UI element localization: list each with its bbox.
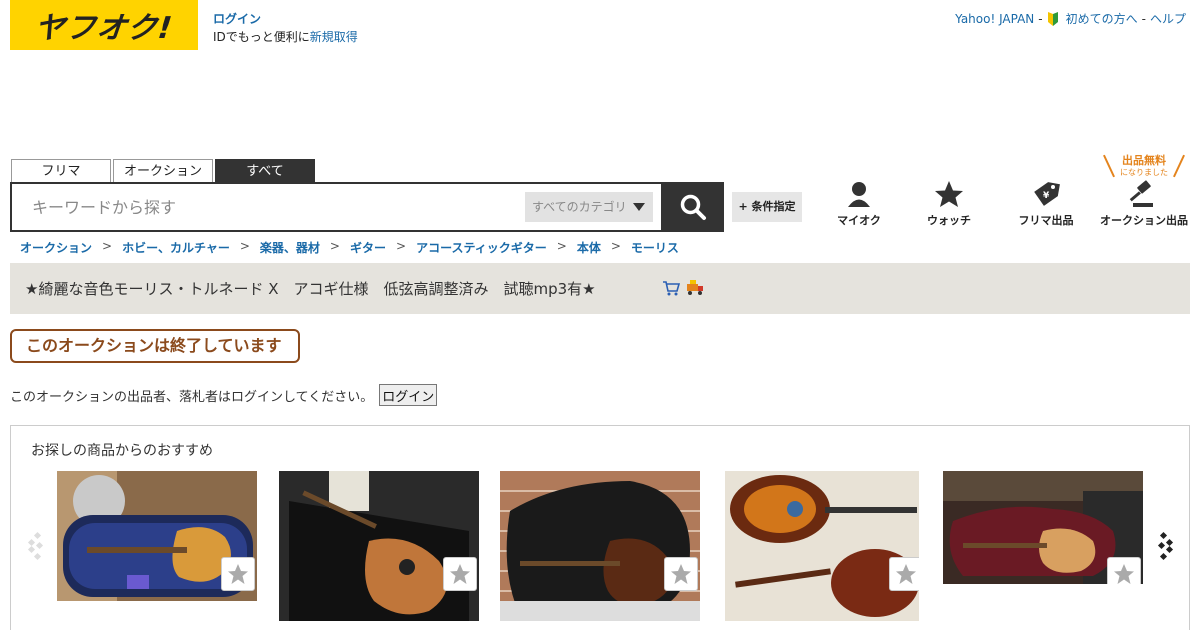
breadcrumb-item[interactable]: オークション: [20, 239, 92, 256]
svg-text:¥: ¥: [1043, 191, 1050, 201]
recommendation-item[interactable]: [57, 471, 257, 601]
star-icon: [228, 564, 248, 584]
top-links: Yahoo! JAPAN - 初めての方へ - ヘルプ: [955, 10, 1186, 27]
breadcrumb-item[interactable]: モーリス: [631, 239, 679, 256]
help-link[interactable]: ヘルプ: [1150, 10, 1186, 27]
nav-label: オークション出品: [1100, 214, 1188, 227]
nav-my-auction[interactable]: マイオク: [832, 180, 886, 228]
tab-all[interactable]: すべて: [215, 159, 315, 183]
search-button[interactable]: [662, 182, 724, 232]
breadcrumb-item[interactable]: 楽器、器材: [260, 239, 320, 256]
login-message: このオークションの出品者、落札者はログインしてください。 ログイン: [10, 384, 438, 406]
breadcrumb-separator: >: [329, 239, 340, 253]
carousel-next-icon[interactable]: [1155, 531, 1177, 561]
nav-watch[interactable]: ウォッチ: [922, 180, 976, 228]
nav-furima-sell[interactable]: ¥ フリマ出品: [1012, 180, 1080, 228]
register-link[interactable]: 新規取得: [310, 30, 358, 44]
watch-star-button[interactable]: [443, 557, 477, 591]
recommendation-item[interactable]: [279, 471, 479, 621]
login-box: ログイン IDでもっと便利に新規取得: [213, 10, 358, 46]
login-button[interactable]: ログイン: [379, 384, 438, 406]
breadcrumb-separator: >: [396, 239, 407, 253]
watch-star-button[interactable]: [889, 557, 919, 591]
separator: -: [1038, 11, 1043, 26]
conditions-button[interactable]: + 条件指定: [732, 192, 802, 222]
yafuoku-logo[interactable]: ヤフオク!: [10, 0, 198, 50]
star-icon: [896, 564, 916, 584]
logo-text: ヤフオク!: [32, 11, 175, 46]
category-select-label: すべてのカテゴリ: [532, 200, 627, 214]
breadcrumb-separator: >: [239, 239, 250, 253]
beginner-mark-icon: [1047, 11, 1059, 26]
tab-furima[interactable]: フリマ: [11, 159, 111, 183]
sunburst-ovation-guitar-photo: [725, 471, 919, 621]
breadcrumb-separator: >: [610, 239, 621, 253]
free-badge-main: 出品無料: [1122, 154, 1166, 167]
watch-star-button[interactable]: [664, 557, 698, 591]
recommendation-item[interactable]: [943, 471, 1143, 584]
gavel-icon: [1129, 180, 1153, 207]
beginner-link[interactable]: 初めての方へ: [1066, 10, 1138, 27]
guitar-in-gig-bag-photo: [500, 471, 700, 621]
separator: -: [1141, 11, 1146, 26]
yahoo-japan-link[interactable]: Yahoo! JAPAN: [955, 12, 1034, 26]
tab-auction[interactable]: オークション: [113, 159, 213, 183]
free-listing-badge: 出品無料 になりました: [1103, 152, 1185, 178]
search-input[interactable]: [12, 184, 522, 230]
person-icon: [848, 182, 870, 207]
auction-ended-badge: このオークションは終了しています: [10, 329, 300, 363]
item-title-band: ★綺麗な音色モーリス・トルネード X アコギ仕様 低弦高調整済み 試聴mp3有★: [10, 263, 1190, 314]
star-icon: [1114, 564, 1134, 584]
breadcrumb-separator: >: [556, 239, 567, 253]
nav-auction-sell[interactable]: オークション出品: [1098, 180, 1190, 228]
search-tabs: フリマ オークション すべて: [11, 159, 315, 183]
star-icon: [671, 564, 691, 584]
nav-label: フリマ出品: [1018, 214, 1074, 227]
id-promo-text: IDでもっと便利に: [213, 30, 310, 44]
cart-icon: [663, 281, 680, 296]
category-select[interactable]: すべてのカテゴリ: [525, 192, 653, 222]
breadcrumb-item[interactable]: 本体: [577, 239, 601, 256]
breadcrumb-item[interactable]: アコースティックギター: [416, 239, 547, 256]
search-box: すべてのカテゴリ: [10, 182, 663, 232]
guitar-in-hard-case-photo: [279, 471, 479, 621]
chevron-down-icon: [633, 203, 645, 211]
star-icon: [450, 564, 470, 584]
recommendation-item[interactable]: [500, 471, 700, 621]
recommendations-panel: お探しの商品からのおすすめ: [10, 425, 1190, 630]
breadcrumb-item[interactable]: ギター: [350, 239, 386, 256]
nav-label: マイオク: [837, 214, 881, 227]
watch-star-button[interactable]: [221, 557, 255, 591]
breadcrumb-item[interactable]: ホビー、カルチャー: [122, 239, 230, 256]
free-badge-sub: になりました: [1120, 168, 1168, 177]
carousel-prev-icon[interactable]: [25, 531, 47, 561]
login-link[interactable]: ログイン: [213, 10, 358, 28]
recommendation-item[interactable]: [725, 471, 919, 621]
price-tag-icon: ¥: [1034, 182, 1060, 206]
login-message-text: このオークションの出品者、落札者はログインしてください。: [10, 389, 374, 405]
recommendations-title: お探しの商品からのおすすめ: [31, 443, 213, 459]
item-title: ★綺麗な音色モーリス・トルネード X アコギ仕様 低弦高調整済み 試聴mp3有★: [25, 280, 596, 298]
nav-label: ウォッチ: [927, 214, 971, 227]
watch-star-button[interactable]: [1107, 557, 1141, 584]
search-icon: [680, 194, 706, 220]
breadcrumb: オークション > ホビー、カルチャー > 楽器、器材 > ギター > アコースティックギ…: [20, 239, 679, 256]
star-icon: [935, 181, 963, 207]
breadcrumb-separator: >: [102, 239, 113, 253]
shipping-truck-icon: [687, 280, 703, 295]
